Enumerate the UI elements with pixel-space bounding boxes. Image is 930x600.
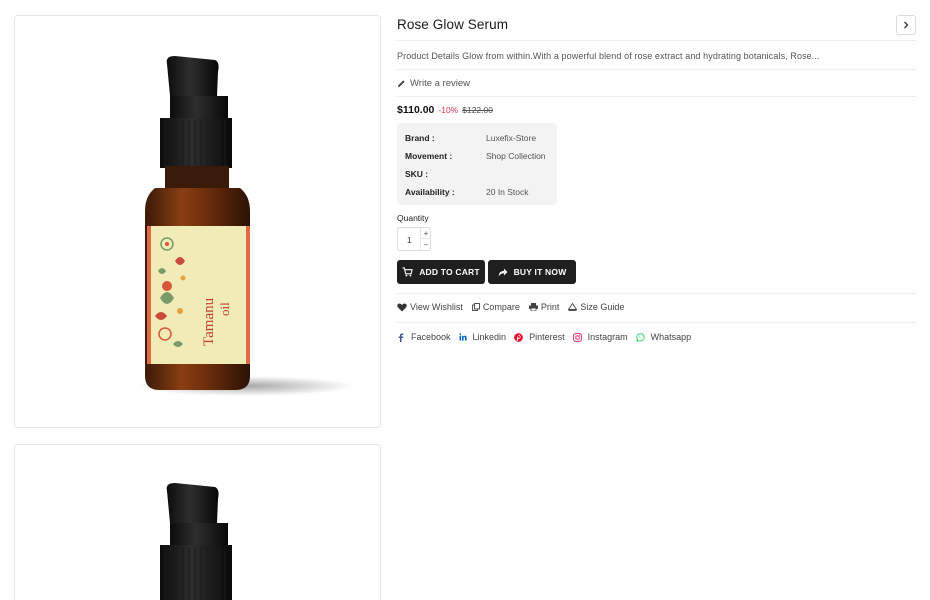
wishlist-label: View Wishlist xyxy=(410,302,463,312)
quantity-input[interactable]: 1 xyxy=(407,235,412,245)
heart-icon xyxy=(397,302,407,311)
meta-label: Brand : xyxy=(405,133,435,143)
write-review-link[interactable]: Write a review xyxy=(397,78,470,89)
size-guide-icon xyxy=(568,303,578,311)
product-title: Rose Glow Serum xyxy=(397,17,509,32)
product-meta-box: Brand : Luxefix-Store Movement : Shop Co… xyxy=(397,123,557,205)
current-price: $110.00 xyxy=(397,104,435,116)
pinterest-icon xyxy=(514,332,523,342)
compare-icon xyxy=(471,303,480,311)
social-share: Facebook Linkedin Pinterest Instagram Wh… xyxy=(397,332,691,342)
pinterest-label: Pinterest xyxy=(529,332,565,342)
quantity-stepper: 1 + – xyxy=(397,227,431,251)
add-to-cart-label: ADD TO CART xyxy=(419,267,480,277)
product-actions: View Wishlist Compare Print Size Guide xyxy=(397,302,624,312)
product-bottle-image: Tamanu oil xyxy=(135,56,355,396)
wishlist-link[interactable]: View Wishlist xyxy=(397,302,463,312)
add-to-cart-button[interactable]: ADD TO CART xyxy=(397,260,485,284)
linkedin-icon xyxy=(458,333,467,341)
divider xyxy=(397,69,916,70)
next-product-button[interactable] xyxy=(896,15,916,35)
size-guide-label: Size Guide xyxy=(580,302,625,312)
quantity-label: Quantity xyxy=(397,213,429,223)
size-guide-link[interactable]: Size Guide xyxy=(568,302,624,312)
print-link[interactable]: Print xyxy=(528,302,560,312)
instagram-label: Instagram xyxy=(587,332,628,342)
meta-value[interactable]: Shop Collection xyxy=(486,151,546,161)
divider xyxy=(397,40,916,41)
svg-text:oil: oil xyxy=(217,302,232,316)
whatsapp-icon xyxy=(635,332,645,342)
whatsapp-label: Whatsapp xyxy=(650,332,692,342)
share-whatsapp[interactable]: Whatsapp xyxy=(635,332,692,342)
chevron-right-icon xyxy=(904,21,909,29)
product-image-main[interactable]: Tamanu oil xyxy=(14,15,381,428)
svg-text:Tamanu: Tamanu xyxy=(201,297,217,346)
linkedin-label: Linkedin xyxy=(472,332,507,342)
buy-now-button[interactable]: BUY IT NOW xyxy=(488,260,576,284)
meta-value[interactable]: Luxefix-Store xyxy=(486,133,536,143)
instagram-icon xyxy=(572,332,582,342)
share-arrow-icon xyxy=(498,268,508,276)
meta-value: 20 In Stock xyxy=(486,187,529,197)
divider xyxy=(397,293,916,294)
compare-label: Compare xyxy=(482,302,520,312)
compare-link[interactable]: Compare xyxy=(471,302,520,312)
share-pinterest[interactable]: Pinterest xyxy=(514,332,565,342)
divider xyxy=(397,322,916,323)
quantity-increase-button[interactable]: + xyxy=(420,228,431,239)
buy-now-label: BUY IT NOW xyxy=(513,267,567,277)
meta-label: Availability : xyxy=(405,187,455,197)
product-bottle-image-2 xyxy=(160,483,232,600)
share-instagram[interactable]: Instagram xyxy=(572,332,628,342)
product-description: Product Details Glow from within.With a … xyxy=(397,51,820,61)
discount-badge: -10% xyxy=(438,105,459,115)
quantity-decrease-button[interactable]: – xyxy=(420,239,431,250)
old-price: $122.00 xyxy=(462,105,493,115)
write-review-label: Write a review xyxy=(410,78,471,89)
share-facebook[interactable]: Facebook xyxy=(397,332,451,342)
print-label: Print xyxy=(540,302,560,312)
share-linkedin[interactable]: Linkedin xyxy=(458,332,507,342)
pencil-icon xyxy=(397,80,405,88)
meta-label: SKU : xyxy=(405,169,429,179)
facebook-label: Facebook xyxy=(411,332,451,342)
meta-label: Movement : xyxy=(405,151,453,161)
price-row: $110.00 -10% $122.00 xyxy=(397,104,493,116)
cart-icon xyxy=(402,267,413,277)
facebook-icon xyxy=(398,333,404,342)
divider xyxy=(397,96,916,97)
product-image-secondary[interactable] xyxy=(14,444,381,600)
print-icon xyxy=(528,303,538,311)
